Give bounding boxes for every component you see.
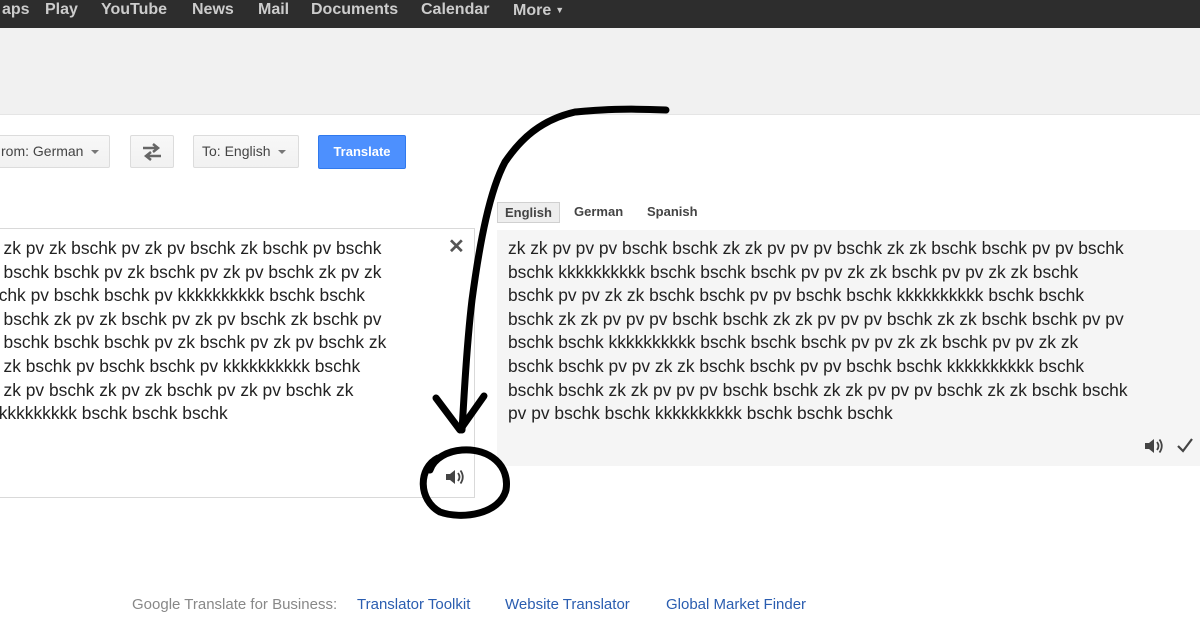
nav-item-news[interactable]: News bbox=[192, 0, 234, 22]
swap-languages-button[interactable] bbox=[130, 135, 174, 168]
tab-german[interactable]: German bbox=[574, 202, 623, 222]
translation-line: bschk bschk zk zk pv pv pv bschk bschk z… bbox=[508, 379, 1128, 400]
top-nav-bar: aps Play YouTube News Mail Documents Cal… bbox=[0, 0, 1200, 28]
source-line: kkkkkkkkkk bschk bschk bschk bbox=[0, 403, 228, 424]
more-label: More bbox=[513, 2, 552, 19]
footer-link-website-translator[interactable]: Website Translator bbox=[505, 596, 630, 613]
source-line: v bschk zk pv zk bschk pv zk pv bschk zk… bbox=[0, 308, 382, 329]
footer-link-label: Global Market Finder bbox=[666, 596, 807, 613]
translation-line: bschk zk zk pv pv pv bschk bschk zk zk p… bbox=[508, 308, 1124, 329]
tab-english[interactable]: English bbox=[497, 202, 560, 223]
check-icon[interactable] bbox=[1176, 436, 1194, 454]
speaker-icon[interactable] bbox=[1143, 436, 1165, 456]
footer-link-translator-toolkit[interactable]: Translator Toolkit bbox=[357, 596, 470, 613]
source-language-label: rom: German bbox=[1, 143, 84, 159]
nav-item-more[interactable]: More ▼ bbox=[513, 0, 564, 22]
footer-label: Google Translate for Business: bbox=[132, 596, 338, 613]
source-language-select[interactable]: rom: German bbox=[0, 135, 110, 168]
nav-item-mail[interactable]: Mail bbox=[258, 0, 289, 22]
source-text: k zk pv zk bschk pv zk pv bschk zk bschk… bbox=[0, 237, 442, 426]
translation-line: bschk bschk pv pv zk zk bschk bschk pv p… bbox=[508, 355, 1085, 376]
chevron-down-icon bbox=[91, 150, 100, 154]
nav-item-apps[interactable]: aps bbox=[2, 0, 30, 22]
source-line: k bschk bschk bschk pv zk bschk pv zk pv… bbox=[0, 332, 387, 353]
footer-link-global-market-finder[interactable]: Global Market Finder bbox=[666, 596, 806, 613]
source-line: v zk pv bschk zk pv zk bschk pv zk pv bs… bbox=[0, 379, 354, 400]
translation-line: bschk bschk kkkkkkkkkk bschk bschk bschk… bbox=[508, 332, 1079, 353]
translate-button[interactable]: Translate bbox=[318, 135, 406, 169]
chevron-down-icon bbox=[278, 150, 287, 154]
footer-business-label: Google Translate for Business: bbox=[132, 596, 337, 613]
close-icon[interactable]: ✕ bbox=[448, 234, 465, 259]
target-language-label: To: English bbox=[202, 143, 271, 159]
footer-link-label: Website Translator bbox=[505, 596, 630, 613]
translation-text: zk zk pv pv pv bschk bschk zk zk pv pv p… bbox=[508, 237, 1200, 426]
nav-item-play[interactable]: Play bbox=[45, 0, 78, 22]
footer-link-label: Translator Toolkit bbox=[357, 596, 471, 613]
speaker-icon[interactable] bbox=[444, 467, 466, 487]
source-line: schk pv bschk bschk pv kkkkkkkkkk bschk … bbox=[0, 285, 365, 306]
nav-item-youtube[interactable]: YouTube bbox=[101, 0, 167, 22]
translation-line: bschk kkkkkkkkkk bschk bschk bschk pv pv… bbox=[508, 261, 1079, 282]
header-band bbox=[0, 28, 1200, 115]
source-line: k zk pv zk bschk pv zk pv bschk zk bschk… bbox=[0, 238, 382, 258]
target-language-select[interactable]: To: English bbox=[193, 135, 299, 168]
chevron-down-icon: ▼ bbox=[555, 5, 565, 15]
nav-item-calendar[interactable]: Calendar bbox=[421, 0, 489, 22]
source-line: k zk bschk pv bschk bschk pv kkkkkkkkkk … bbox=[0, 355, 361, 376]
swap-arrows-icon bbox=[143, 143, 161, 161]
source-line: k bschk bschk pv zk bschk pv zk pv bschk… bbox=[0, 261, 382, 282]
translation-line: zk zk pv pv pv bschk bschk zk zk pv pv p… bbox=[508, 238, 1124, 258]
translation-line: bschk pv pv zk zk bschk bschk pv pv bsch… bbox=[508, 285, 1085, 306]
translation-line: pv pv bschk bschk kkkkkkkkkk bschk bschk… bbox=[508, 403, 893, 424]
tab-spanish[interactable]: Spanish bbox=[647, 202, 698, 222]
nav-item-documents[interactable]: Documents bbox=[311, 0, 398, 22]
